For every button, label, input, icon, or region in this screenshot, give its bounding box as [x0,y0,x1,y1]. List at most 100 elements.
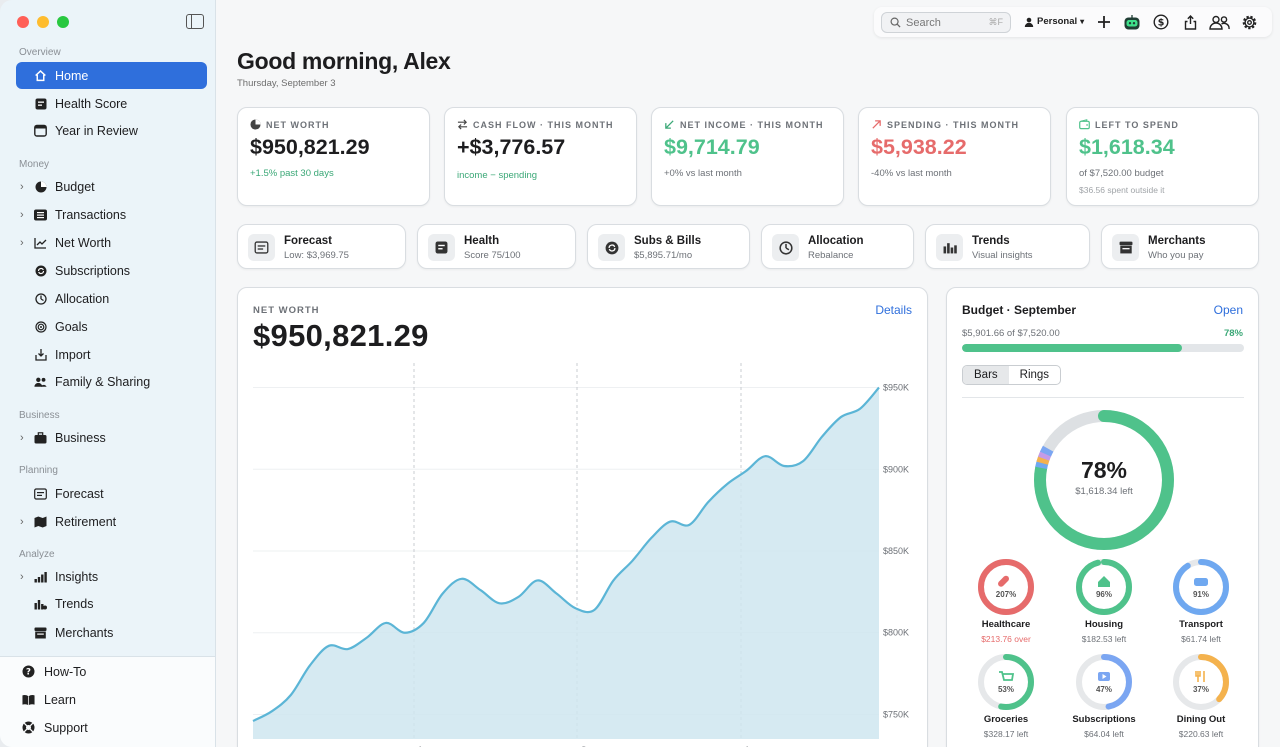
toolbar: Search ⌘F Personal ▾ $ [874,7,1272,37]
stat-value: +$3,776.57 [457,135,566,159]
sidebar-item-forecast[interactable]: Forecast [16,480,207,507]
sidebar-footer: ? How-To Learn Support [0,656,215,747]
sidebar-item-subscriptions[interactable]: Subscriptions [16,257,207,284]
sidebar-item-home[interactable]: Home [16,62,207,89]
ring-percent: 207% [996,590,1016,599]
house-icon [1098,576,1110,587]
svg-text:?: ? [26,668,31,678]
stat-card-left-to-spend[interactable]: LEFT TO SPEND $1,618.34 of $7,520.00 bud… [1066,107,1259,206]
zoom-window-button[interactable] [57,16,69,28]
sidebar-item-allocation[interactable]: Allocation [16,285,207,312]
arrow-down-left-icon [665,120,674,129]
chevron-right-icon[interactable]: › [20,237,24,249]
question-icon: ? [22,665,35,678]
store-icon [34,626,47,639]
map-icon [34,515,47,528]
house-icon [34,69,47,82]
assistant-robot-icon[interactable] [1123,13,1141,31]
sidebar-item-trends[interactable]: Trends [16,590,207,617]
sidebar-item-goals[interactable]: Goals [16,313,207,340]
line-chart-icon [34,236,47,249]
sidebar-item-health-score[interactable]: Health Score [16,90,207,117]
share-icon[interactable] [1181,13,1199,31]
quick-link-health[interactable]: Health Score 75/100 [417,224,576,269]
ring-category-sub: $182.53 left [1082,634,1127,644]
pill-icon [998,575,1009,587]
sidebar-item-family-sharing[interactable]: Family & Sharing [16,368,207,395]
quick-link-merchants[interactable]: Merchants Who you pay [1101,224,1259,269]
sidebar-item-support[interactable]: Support [4,714,195,741]
stat-value: $5,938.22 [871,135,967,159]
section-analyze: Analyze [19,549,55,560]
ring-percent: 37% [1193,685,1209,694]
sidebar-item-import[interactable]: Import [16,341,207,368]
y-tick-label: $850K [883,546,909,556]
ring-category-name: Dining Out [1177,714,1226,725]
bars-icon [34,570,47,583]
sidebar-item-budget[interactable]: › Budget [16,173,207,200]
wallet-icon [1079,119,1090,130]
profile-switcher[interactable]: Personal ▾ [1024,16,1084,27]
ring-percent: 53% [998,685,1014,694]
ring-category-name: Housing [1085,619,1123,630]
ring-category-name: Healthcare [982,619,1031,630]
chevron-right-icon[interactable]: › [20,432,24,444]
quick-link-subs-bills[interactable]: Subs & Bills $5,895.71/mo [587,224,750,269]
ring-progress [978,559,1034,615]
sidebar-item-year-in-review[interactable]: Year in Review [16,117,207,144]
forecast-icon [34,487,47,500]
quick-link-trends[interactable]: Trends Visual insights [925,224,1090,269]
section-money: Money [19,159,50,170]
sidebar-item-net-worth[interactable]: › Net Worth [16,229,207,256]
chevron-right-icon[interactable]: › [20,209,24,221]
sidebar-item-transactions[interactable]: › Transactions [16,201,207,228]
ring-percent: 96% [1096,590,1112,599]
quick-link-forecast[interactable]: Forecast Low: $3,969.75 [237,224,406,269]
stat-card-cash-flow[interactable]: CASH FLOW · THIS MONTH +$3,776.57 income… [444,107,637,206]
page-title: Good morning, Alex [237,48,451,74]
section-business: Business [19,410,60,421]
sidebar-toggle-icon[interactable] [186,14,204,29]
currency-sync-icon[interactable]: $ [1152,13,1170,31]
book-icon [22,693,35,706]
gear-icon[interactable] [1240,13,1258,31]
stat-card-net-worth[interactable]: NET WORTH $950,821.29 +1.5% past 30 days [237,107,430,206]
lifebuoy-icon [22,721,35,734]
ring-category-name: Transport [1179,619,1224,630]
sidebar-item-how-to[interactable]: ? How-To [4,658,195,685]
sidebar-item-insights[interactable]: › Insights [16,563,207,590]
window-controls [17,16,69,28]
ring-category-name: Groceries [984,714,1028,725]
health-card-icon [428,234,455,261]
ring-progress [1173,559,1229,615]
minimize-window-button[interactable] [37,16,49,28]
clock-pie-icon [34,292,47,305]
sidebar-item-business[interactable]: › Business [16,424,207,451]
person-icon [1024,17,1034,27]
add-icon[interactable] [1095,13,1113,31]
people-icon[interactable] [1208,13,1230,31]
quick-link-allocation[interactable]: Allocation Rebalance [761,224,914,269]
chevron-right-icon[interactable]: › [20,571,24,583]
stat-card-net-income[interactable]: NET INCOME · THIS MONTH $9,714.79 +0% vs… [651,107,844,206]
y-tick-label: $950K [883,383,909,393]
health-card-icon [34,97,47,110]
ring-category-sub: $220.63 left [1179,729,1224,739]
cart-icon [999,671,1015,681]
chevron-down-icon: ▾ [1080,17,1085,26]
store-icon [1112,234,1139,261]
search-input[interactable]: Search ⌘F [881,12,1011,33]
ring-category-sub: $64.04 left [1084,729,1124,739]
y-tick-label: $900K [883,464,909,474]
close-window-button[interactable] [17,16,29,28]
chevron-right-icon[interactable]: › [20,181,24,193]
sidebar-item-retirement[interactable]: › Retirement [16,508,207,535]
people-icon [34,375,47,388]
chevron-right-icon[interactable]: › [20,516,24,528]
stat-value: $1,618.34 [1079,135,1175,159]
stat-card-spending[interactable]: SPENDING · THIS MONTH $5,938.22 -40% vs … [858,107,1051,206]
section-overview: Overview [19,47,61,58]
ring-category-sub: $328.17 left [984,729,1029,739]
sidebar-item-merchants[interactable]: Merchants [16,619,207,646]
sidebar-item-learn[interactable]: Learn [4,686,195,713]
